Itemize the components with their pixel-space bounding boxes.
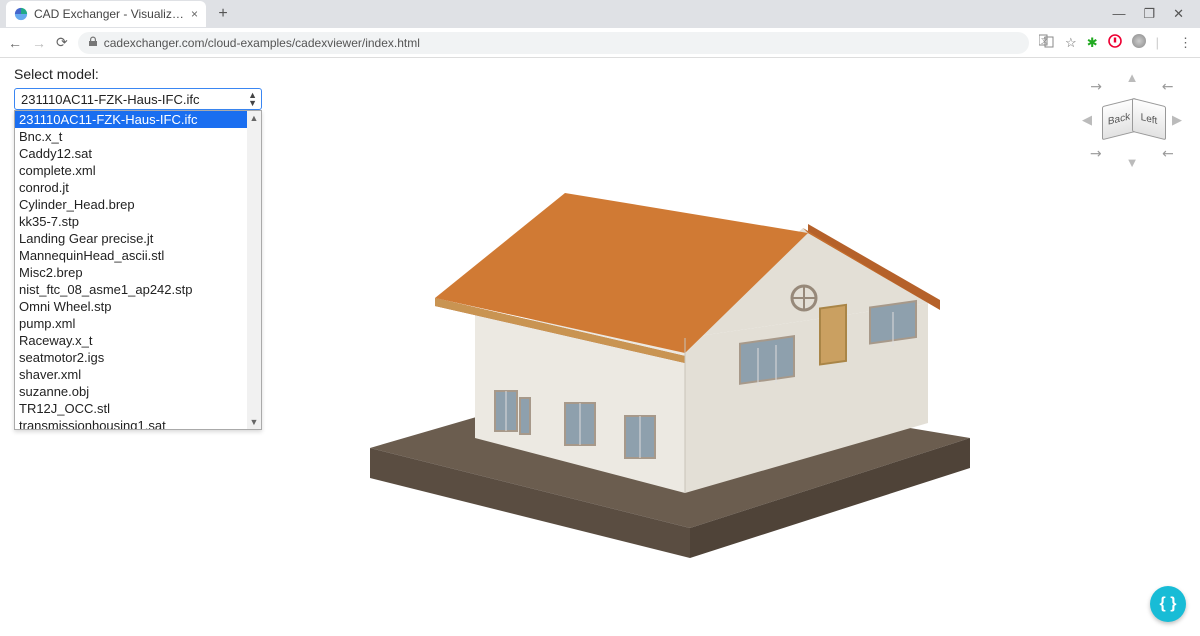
- model-option[interactable]: MannequinHead_ascii.stl: [15, 247, 261, 264]
- model-option[interactable]: Raceway.x_t: [15, 332, 261, 349]
- model-option[interactable]: 231110AC11-FZK-Haus-IFC.ifc: [15, 111, 261, 128]
- model-option[interactable]: nist_ftc_08_asme1_ap242.stp: [15, 281, 261, 298]
- browser-tabstrip: CAD Exchanger - Visualize CAD D × + — ❐ …: [0, 0, 1200, 28]
- viewcube-arrow-down-icon[interactable]: ▼: [1126, 155, 1139, 170]
- model-select[interactable]: 231110AC11-FZK-Haus-IFC.ifc ▲▼: [14, 88, 262, 110]
- toolbar-divider: |: [1156, 35, 1159, 50]
- viewcube-corner-nw-icon[interactable]: ↘: [1086, 76, 1106, 96]
- nav-back-button[interactable]: ←: [8, 35, 22, 51]
- viewcube-arrow-right-icon[interactable]: ▶: [1172, 112, 1182, 128]
- code-fab-button[interactable]: { }: [1150, 586, 1186, 622]
- model-option[interactable]: Landing Gear precise.jt: [15, 230, 261, 247]
- new-tab-button[interactable]: +: [212, 3, 234, 25]
- browser-toolbar: ← → ⟳ cadexchanger.com/cloud-examples/ca…: [0, 28, 1200, 58]
- window-maximize-icon[interactable]: ❐: [1143, 6, 1155, 22]
- toolbar-icons: 文 ☆ ✱ | ⋮: [1039, 34, 1192, 51]
- model-option[interactable]: Misc2.brep: [15, 264, 261, 281]
- model-option[interactable]: seatmotor2.igs: [15, 349, 261, 366]
- scroll-up-icon[interactable]: ▲: [247, 111, 261, 125]
- model-option[interactable]: TR12J_OCC.stl: [15, 400, 261, 417]
- model-option[interactable]: Bnc.x_t: [15, 128, 261, 145]
- window-controls: — ❐ ✕: [1112, 6, 1194, 22]
- nav-forward-button[interactable]: →: [32, 35, 46, 51]
- svg-text:文: 文: [1041, 36, 1048, 45]
- view-cube[interactable]: ▲ ▼ ◀ ▶ ↘ ↙ ↗ ↖ Back Left: [1082, 70, 1182, 170]
- lock-icon: [88, 36, 98, 50]
- browser-tab[interactable]: CAD Exchanger - Visualize CAD D ×: [6, 1, 206, 27]
- model-select-value: 231110AC11-FZK-Haus-IFC.ifc: [21, 92, 199, 107]
- extension-icon-2[interactable]: [1108, 34, 1122, 51]
- model-option[interactable]: Omni Wheel.stp: [15, 298, 261, 315]
- viewcube-corner-se-icon[interactable]: ↖: [1158, 143, 1178, 163]
- viewport-3d[interactable]: [340, 138, 1000, 558]
- bookmark-star-icon[interactable]: ☆: [1065, 35, 1077, 51]
- browser-menu-icon[interactable]: ⋮: [1179, 35, 1192, 51]
- model-option[interactable]: Caddy12.sat: [15, 145, 261, 162]
- model-option[interactable]: conrod.jt: [15, 179, 261, 196]
- nav-reload-button[interactable]: ⟳: [56, 34, 68, 51]
- extension-icon-3[interactable]: [1132, 34, 1146, 51]
- address-bar[interactable]: cadexchanger.com/cloud-examples/cadexvie…: [78, 32, 1029, 54]
- viewcube-face-back[interactable]: Back: [1102, 98, 1136, 140]
- select-arrows-icon: ▲▼: [248, 91, 257, 107]
- viewcube-corner-sw-icon[interactable]: ↗: [1086, 143, 1106, 163]
- model-option[interactable]: transmissionhousing1.sat: [15, 417, 261, 430]
- select-model-label: Select model:: [14, 66, 99, 82]
- scroll-down-icon[interactable]: ▼: [247, 415, 261, 429]
- viewcube-face-left[interactable]: Left: [1132, 98, 1166, 140]
- model-option[interactable]: suzanne.obj: [15, 383, 261, 400]
- url-text: cadexchanger.com/cloud-examples/cadexvie…: [104, 36, 420, 50]
- tab-favicon: [14, 7, 28, 21]
- model-option[interactable]: Cylinder_Head.brep: [15, 196, 261, 213]
- model-option[interactable]: shaver.xml: [15, 366, 261, 383]
- model-option[interactable]: kk35-7.stp: [15, 213, 261, 230]
- viewcube-arrow-left-icon[interactable]: ◀: [1082, 112, 1092, 128]
- tab-close-icon[interactable]: ×: [191, 7, 198, 21]
- viewcube-corner-ne-icon[interactable]: ↙: [1158, 76, 1178, 96]
- model-dropdown[interactable]: 231110AC11-FZK-Haus-IFC.ifcBnc.x_tCaddy1…: [14, 110, 262, 430]
- tab-title: CAD Exchanger - Visualize CAD D: [34, 7, 185, 21]
- translate-icon[interactable]: 文: [1039, 34, 1055, 51]
- page-content: Select model: 231110AC11-FZK-Haus-IFC.if…: [0, 58, 1200, 636]
- window-minimize-icon[interactable]: —: [1112, 6, 1125, 22]
- extension-icon-1[interactable]: ✱: [1087, 35, 1098, 51]
- model-option[interactable]: complete.xml: [15, 162, 261, 179]
- code-braces-icon: { }: [1160, 595, 1177, 613]
- viewcube-arrow-up-icon[interactable]: ▲: [1126, 70, 1139, 85]
- dropdown-scrollbar[interactable]: ▲ ▼: [247, 111, 261, 429]
- window-close-icon[interactable]: ✕: [1173, 6, 1184, 22]
- model-option[interactable]: pump.xml: [15, 315, 261, 332]
